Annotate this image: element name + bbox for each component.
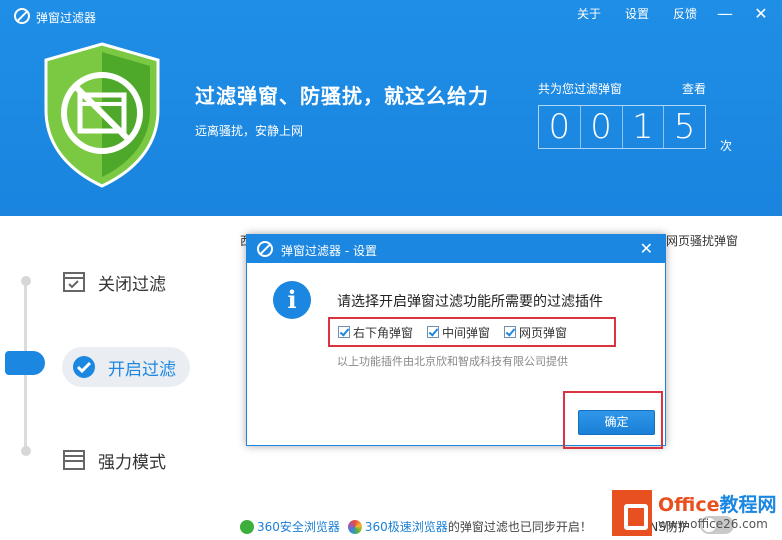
header-banner: 弹窗过滤器 关于 设置 反馈 — ✕ 过滤弹窗、防骚扰，就这么给力 远离骚扰，安…	[0, 0, 782, 216]
nav-item-disable-filter[interactable]: 关闭过滤	[62, 262, 166, 302]
info-icon: i	[273, 281, 311, 319]
watermark-logo: Office教程网 www.office26.com	[612, 490, 780, 536]
plugin-options: 右下角弹窗 中间弹窗 网页弹窗	[328, 317, 616, 347]
nav-item-label: 开启过滤	[108, 359, 176, 380]
checkbox-checked-icon[interactable]	[504, 326, 517, 338]
settings-dialog: 弹窗过滤器 - 设置 ✕ i 请选择开启弹窗过滤功能所需要的过滤插件 右下角弹窗…	[246, 234, 666, 449]
checkbox-off-icon	[63, 272, 85, 292]
bottom-status-bar: 360安全浏览器 360极速浏览器 的弹窗过滤也已同步开启！	[240, 518, 592, 535]
app-logo-icon	[14, 8, 30, 24]
window-icon	[63, 450, 85, 470]
subline: 远离骚扰，安静上网	[195, 124, 304, 138]
counter-digit: 0	[539, 106, 581, 148]
dialog-logo-icon	[257, 241, 273, 257]
option-label: 右下角弹窗	[353, 325, 414, 340]
browser-360-safe-icon	[240, 519, 254, 534]
option-webpage-popup[interactable]: 网页弹窗	[504, 324, 567, 341]
browser-link-label: 360安全浏览器	[257, 520, 340, 534]
counter-digit: 0	[581, 106, 623, 148]
nav-active-marker	[5, 351, 45, 375]
nav-item-label: 强力模式	[98, 452, 166, 473]
option-bottom-right-popup[interactable]: 右下角弹窗	[338, 324, 413, 341]
filter-counter: 0 0 1 5	[538, 105, 706, 149]
dialog-close-button[interactable]: ✕	[640, 239, 653, 258]
background-text-right: /网页骚扰弹窗	[662, 234, 739, 248]
settings-link[interactable]: 设置	[625, 5, 649, 22]
browser-360-speed-icon	[347, 519, 362, 534]
feedback-link[interactable]: 反馈	[673, 5, 697, 22]
plugin-provider-note: 以上功能插件由北京欣和智成科技有限公司提供	[337, 355, 568, 368]
nav-track-dot	[21, 276, 31, 286]
checkbox-checked-icon[interactable]	[427, 326, 440, 338]
checkbox-checked-icon[interactable]	[338, 326, 350, 338]
nav-track-dot	[21, 446, 31, 456]
watermark-title: Office教程网	[658, 494, 777, 516]
headline: 过滤弹窗、防骚扰，就这么给力	[195, 84, 489, 108]
browser-link-360-safe[interactable]: 360安全浏览器	[240, 518, 340, 535]
watermark-office-icon	[612, 490, 652, 536]
view-link[interactable]: 查看	[682, 80, 706, 97]
close-button[interactable]: ✕	[752, 4, 770, 23]
dialog-title: 弹窗过滤器 - 设置	[281, 244, 377, 258]
nav-item-strong-mode[interactable]: 强力模式	[62, 440, 166, 480]
check-circle-icon	[73, 356, 95, 378]
browser-link-label: 360极速浏览器	[364, 520, 448, 534]
counter-unit: 次	[720, 139, 733, 153]
counter-digit: 5	[673, 107, 696, 147]
option-label: 网页弹窗	[519, 325, 568, 340]
watermark-url: www.office26.com	[658, 517, 768, 531]
browser-link-360-speed[interactable]: 360极速浏览器	[347, 518, 448, 535]
app-window: 弹窗过滤器 关于 设置 反馈 — ✕ 过滤弹窗、防骚扰，就这么给力 远离骚扰，安…	[0, 0, 782, 540]
sync-message: 的弹窗过滤也已同步开启！	[447, 520, 592, 534]
ok-button[interactable]: 确定	[578, 410, 655, 435]
dialog-question: 请选择开启弹窗过滤功能所需要的过滤插件	[337, 294, 603, 310]
option-center-popup[interactable]: 中间弹窗	[427, 324, 490, 341]
option-label: 中间弹窗	[442, 325, 491, 340]
minimize-button[interactable]: —	[716, 4, 734, 23]
about-link[interactable]: 关于	[577, 5, 601, 22]
filter-count-label: 共为您过滤弹窗	[538, 82, 623, 96]
nav-item-label: 关闭过滤	[98, 274, 166, 295]
title-bar: 弹窗过滤器 关于 设置 反馈 — ✕	[0, 0, 782, 28]
nav-item-enable-filter[interactable]: 开启过滤	[62, 347, 190, 387]
shield-icon	[44, 42, 160, 188]
counter-digit: 1	[623, 106, 665, 148]
dialog-title-bar: 弹窗过滤器 - 设置 ✕	[247, 235, 665, 263]
app-title: 弹窗过滤器	[36, 11, 97, 25]
